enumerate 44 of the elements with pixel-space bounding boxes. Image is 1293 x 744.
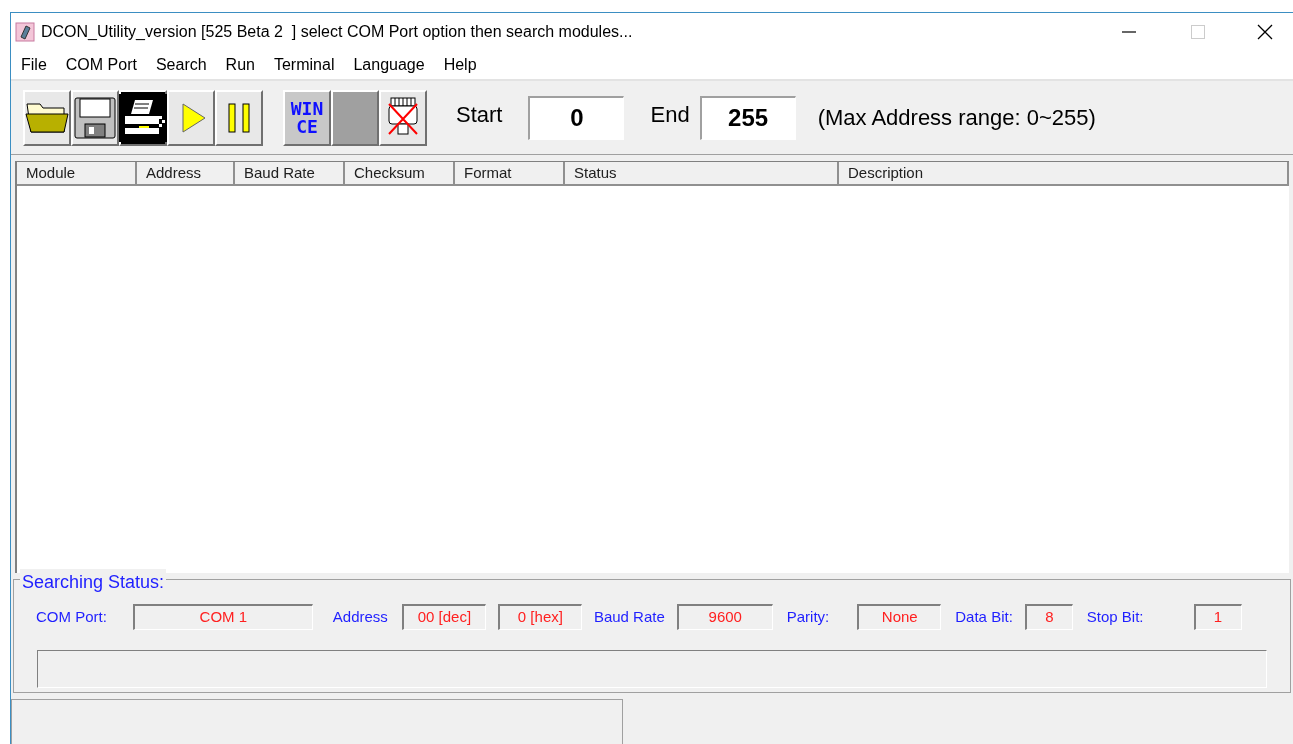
- value-field: 1: [1193, 604, 1242, 630]
- column-header[interactable]: Address: [137, 162, 235, 186]
- address-range-note: (Max Address range: 0~255): [817, 104, 1096, 132]
- field-label: COM Port:: [36, 606, 107, 627]
- save-button[interactable]: [71, 89, 119, 146]
- menu-item[interactable]: File: [21, 53, 47, 77]
- menu-item[interactable]: Search: [155, 53, 207, 77]
- folder-button[interactable]: [23, 89, 71, 146]
- toolbar-button[interactable]: [331, 89, 379, 146]
- app-icon: [15, 22, 35, 42]
- field-label: Parity:: [786, 606, 830, 627]
- end-label: End: [650, 101, 690, 129]
- column-header[interactable]: Checksum: [345, 162, 455, 186]
- close-icon[interactable]: [1257, 24, 1273, 40]
- start-field[interactable]: 0: [528, 95, 625, 140]
- menu-item[interactable]: Help: [443, 53, 477, 77]
- menu-item[interactable]: Terminal: [273, 53, 335, 77]
- field-label: Data Bit:: [955, 606, 1013, 627]
- field-label: Stop Bit:: [1086, 606, 1144, 627]
- column-header[interactable]: Format: [455, 162, 565, 186]
- start-label: Start: [456, 101, 503, 129]
- column-header[interactable]: Baud Rate: [235, 162, 345, 186]
- menu-item[interactable]: Run: [225, 53, 255, 77]
- unplug-button[interactable]: [379, 89, 427, 146]
- printer-icon: [119, 93, 167, 142]
- column-header[interactable]: Module: [17, 162, 137, 186]
- print-button[interactable]: [119, 89, 167, 146]
- field-label: Address: [332, 606, 388, 627]
- end-field[interactable]: 255: [699, 95, 796, 140]
- value-field: 0 [hex]: [497, 604, 582, 630]
- wince-button[interactable]: WIN CE: [283, 89, 331, 146]
- window-title: DCON_Utility_version [525 Beta 2 ] select COM Port option then search modules...: [41, 22, 633, 42]
- column-header[interactable]: Description: [839, 162, 1289, 186]
- value-field: COM 1: [132, 604, 313, 630]
- menu-item[interactable]: COM Port: [65, 53, 137, 77]
- value-field: None: [857, 604, 942, 630]
- column-header[interactable]: Status: [565, 162, 839, 186]
- field-label: Baud Rate: [593, 606, 665, 627]
- play-button[interactable]: [167, 89, 215, 146]
- value-field: 00 [dec]: [401, 604, 486, 630]
- menu-item[interactable]: Language: [353, 53, 425, 77]
- value-field: 8: [1024, 604, 1073, 630]
- value-field: 9600: [676, 604, 773, 630]
- pause-button[interactable]: [215, 89, 263, 146]
